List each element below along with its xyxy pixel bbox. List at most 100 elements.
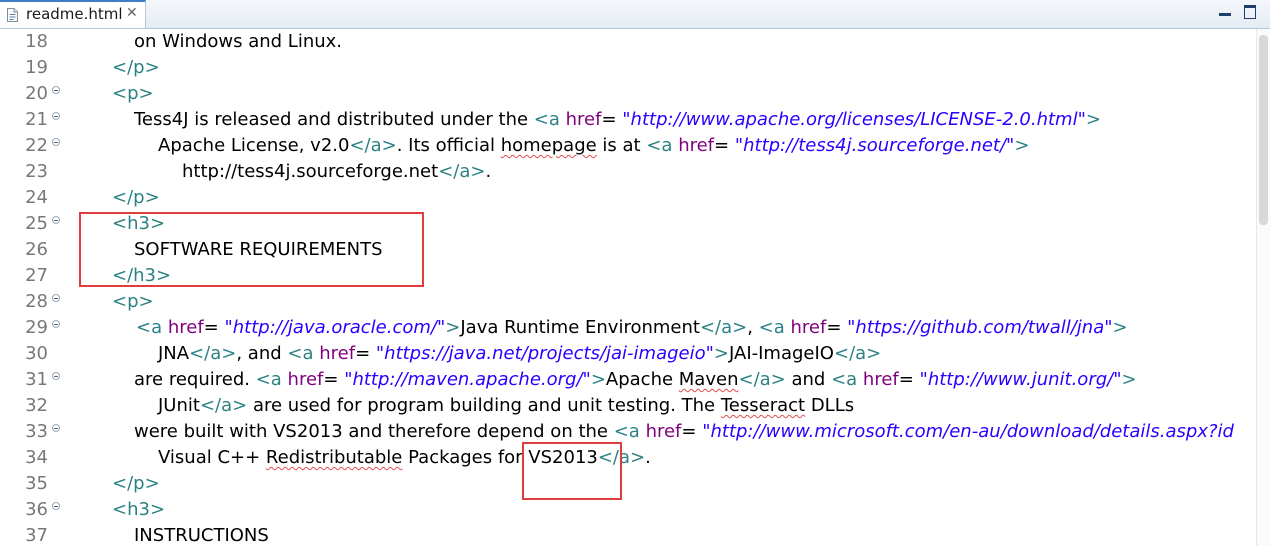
maximize-icon[interactable] [1243,4,1257,19]
code-line: were built with VS2013 and therefore dep… [134,419,1234,445]
html-tag-token: </p> [112,473,160,494]
text-token: = [681,421,703,442]
fold-toggle-icon[interactable] [52,502,60,510]
attribute-value-token: "https://java.net/projects/jai-imageio" [375,343,714,364]
line-number: 27 [25,265,48,286]
html-tag-token: </a> [199,395,248,416]
code-line: JNA</a>, and <a href= "https://java.net/… [158,341,881,367]
html-tag-token: </p> [112,57,160,78]
fold-toggle-icon[interactable] [52,372,60,380]
code-line: are required. <a href= "http://maven.apa… [134,367,1137,393]
text-token: JUnit [158,395,200,416]
minimize-icon[interactable] [1218,4,1232,18]
html-file-icon [7,8,18,22]
fold-toggle-icon[interactable] [52,86,60,94]
html-tag-token: </a> [699,317,748,338]
line-number: 35 [25,473,48,494]
html-tag-token: </a> [438,161,486,182]
attribute-value-token: "https://github.com/twall/jna" [847,317,1113,338]
attribute-value-token: "http://tess4j.sourceforge.net/" [734,135,1015,156]
html-tag-token: <a [613,421,646,442]
html-tag-token: <p> [112,83,154,104]
code-line: on Windows and Linux. [134,29,342,55]
text-token: on Windows and Linux. [134,31,343,52]
code-line: <h3> [112,497,165,523]
attribute-token: href [678,135,715,156]
code-line: </p> [112,55,160,81]
line-number: 31 [25,369,48,390]
code-line: </p> [112,185,160,211]
fold-toggle-icon[interactable] [52,294,60,302]
line-number: 37 [25,525,48,546]
html-tag-token: </a> [833,343,882,364]
html-tag-token: > [445,317,461,338]
html-tag-token: > [1121,369,1137,390]
code-line: <p> [112,81,154,107]
line-number: 30 [25,343,48,364]
editor-tab-bar: readme.html ✕ [0,0,1270,29]
code-line: </p> [112,471,160,497]
html-tag-token: <h3> [112,499,166,520]
fold-toggle-icon[interactable] [52,424,60,432]
text-token: INSTRUCTIONS [134,525,269,546]
line-number: 26 [25,239,48,260]
tab-readme[interactable]: readme.html ✕ [0,0,146,28]
html-tag-token: > [590,369,606,390]
text-token: are required. [134,369,256,390]
text-token: Visual C++ [158,447,266,468]
text-token: Apache [605,369,679,390]
text-token: = [203,317,225,338]
text-token: , [747,317,759,338]
html-tag-token: <a [287,343,320,364]
text-token: . [645,447,651,468]
text-token: . [485,161,492,182]
code-editor[interactable]: 18 19 20 21 22 23 24 25 26 27 28 29 30 31 32 33 34 35 36 37… [0,29,1270,546]
scrollbar-thumb[interactable] [1259,35,1268,225]
fold-toggle-icon[interactable] [52,216,60,224]
html-tag-token: </a> [349,135,397,156]
text-token: http://tess4j.sourceforge.net [182,161,439,182]
line-number: 18 [25,31,48,52]
line-number: 28 [25,291,48,312]
text-token: = [898,369,920,390]
html-tag-token: > [1085,109,1101,130]
html-tag-token: > [713,343,730,364]
attribute-token: href [167,317,204,338]
line-number: 32 [25,395,48,416]
html-tag-token: > [1112,317,1128,338]
html-tag-token: <p> [112,291,154,312]
html-tag-token: <a [758,317,791,338]
attribute-token: href [862,369,899,390]
line-number: 21 [25,109,48,130]
close-icon[interactable]: ✕ [126,5,138,21]
text-token: = [826,317,848,338]
html-tag-token: </a> [738,369,786,390]
fold-toggle-icon[interactable] [52,138,60,146]
vertical-ruler [0,29,12,546]
code-area[interactable]: on Windows and Linux. </p> <p> Tess4J is re… [60,29,1256,546]
attribute-value-token: "http://java.oracle.com/" [224,317,446,338]
text-token: Tesseract [720,395,806,416]
attribute-token: href [319,343,356,364]
html-tag-token: <a [646,135,679,156]
attribute-token: href [287,369,324,390]
code-line: <a href= "http://java.oracle.com/">Java … [136,315,1128,341]
text-token: homepage [500,135,597,156]
line-number: 24 [25,187,48,208]
text-token: = [355,343,376,364]
text-token: Redistributable [265,447,403,468]
line-number: 20 [25,83,48,104]
text-token: and [785,369,832,390]
attribute-value-token: "http://www.junit.org/" [919,369,1122,390]
line-number: 19 [25,57,48,78]
text-token: Java Runtime Environment [460,317,700,338]
vertical-scrollbar[interactable] [1256,29,1270,546]
attribute-token: href [645,421,682,442]
text-token: are used for program building and unit t… [247,395,721,416]
fold-toggle-icon[interactable] [52,112,60,120]
text-token: Apache License, v2.0 [158,135,350,156]
fold-toggle-icon[interactable] [52,320,60,328]
html-tag-token: > [1014,135,1030,156]
attribute-token: href [790,317,827,338]
code-line: Apache License, v2.0</a>. Its official h… [158,133,1029,159]
